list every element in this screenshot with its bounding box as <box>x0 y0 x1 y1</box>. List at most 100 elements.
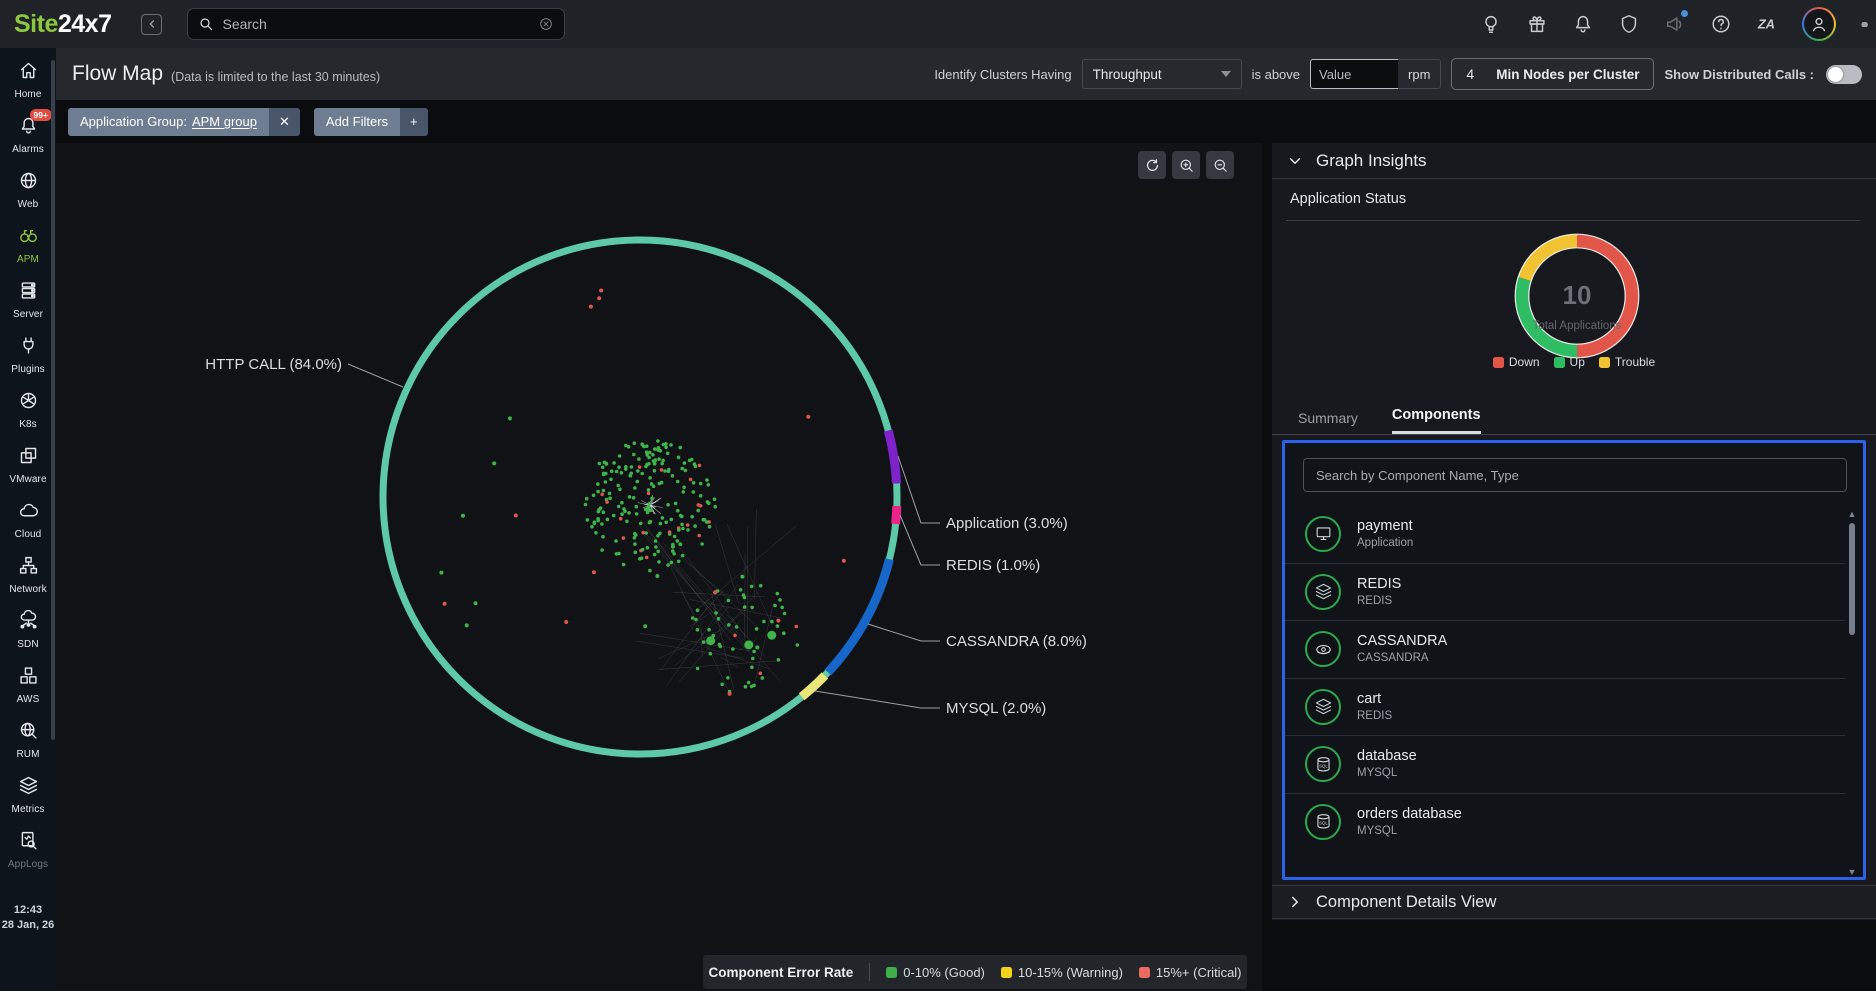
distributed-calls-toggle[interactable] <box>1826 65 1862 84</box>
add-filter-button[interactable]: + <box>400 108 428 136</box>
zia-assistant-icon[interactable]: ZA <box>1756 13 1778 35</box>
component-row-payment[interactable]: paymentApplication <box>1285 505 1845 563</box>
threshold-value-input[interactable] <box>1310 59 1398 89</box>
remove-filter-button[interactable]: ✕ <box>269 108 300 136</box>
sidebar-item-home[interactable]: Home <box>0 60 56 100</box>
home-icon <box>18 60 39 81</box>
clear-search-icon[interactable] <box>538 16 554 32</box>
sidebar-clock: 12:43 28 Jan, 26 <box>0 903 56 933</box>
sidebar-item-label: Alarms <box>0 144 56 155</box>
panel-footer-space <box>1272 920 1876 991</box>
sidebar-item-web[interactable]: Web <box>0 170 56 210</box>
sidebar-item-label: Web <box>0 199 56 210</box>
component-row-cart[interactable]: cartREDIS <box>1285 678 1845 736</box>
sidebar-item-vmware[interactable]: VMware <box>0 445 56 485</box>
announcements-megaphone-icon[interactable] <box>1664 13 1686 35</box>
sidebar-item-metrics[interactable]: Metrics <box>0 775 56 815</box>
graph-insights-header[interactable]: Graph Insights <box>1272 143 1876 179</box>
component-row-cassandra[interactable]: CASSANDRACASSANDRA <box>1285 620 1845 678</box>
more-options-icon[interactable]: ●●● <box>1860 22 1868 27</box>
layers-icon <box>1305 574 1341 610</box>
error-rate-legend-title: Component Error Rate <box>708 965 853 980</box>
scroll-down-icon[interactable]: ▼ <box>1846 867 1858 877</box>
sidebar-item-sdn[interactable]: SDN <box>0 610 56 650</box>
component-details-view-header[interactable]: Component Details View <box>1272 885 1876 919</box>
legend-swatch <box>886 967 897 978</box>
gift-icon[interactable] <box>1526 13 1548 35</box>
donut-slice-trouble <box>1525 241 1577 279</box>
site24x7-logo[interactable]: Site24x7 <box>14 10 111 39</box>
add-filters-chip[interactable]: Add Filters + <box>314 108 428 136</box>
graph-toolbar <box>1138 151 1234 179</box>
legend-label: 0-10% (Good) <box>903 965 985 980</box>
aws-icon <box>18 665 39 686</box>
site24x7-app: Site24x7 ZA ●●● Home 99+ Alarms Web APM Server… <box>0 0 1876 991</box>
scroll-thumb[interactable] <box>1849 523 1855 635</box>
help-icon[interactable] <box>1710 13 1732 35</box>
filter-chips-row: Application Group: APM group ✕ Add Filte… <box>56 100 1876 143</box>
user-avatar[interactable] <box>1802 7 1836 41</box>
tabs-rule <box>1272 434 1876 435</box>
shield-icon[interactable] <box>1618 13 1640 35</box>
min-nodes-control[interactable]: 4 Min Nodes per Cluster <box>1451 58 1654 90</box>
min-nodes-value[interactable]: 4 <box>1466 66 1474 82</box>
page-title: Flow Map <box>72 62 163 86</box>
section-rule <box>1286 220 1860 221</box>
sidebar-item-aws[interactable]: AWS <box>0 665 56 705</box>
component-row-redis[interactable]: REDISREDIS <box>1285 563 1845 621</box>
sidebar-collapse-button[interactable] <box>141 14 162 35</box>
component-list-scrollbar[interactable]: ▲ ▼ <box>1846 509 1858 877</box>
sidebar-item-apm[interactable]: APM <box>0 225 56 265</box>
sidebar-item-network[interactable]: Network <box>0 555 56 595</box>
lightbulb-icon[interactable] <box>1480 13 1502 35</box>
server-icon <box>18 280 39 301</box>
application-status-donut: 10 Total Applications <box>1437 228 1717 398</box>
sidebar-item-rum[interactable]: RUM <box>0 720 56 760</box>
tab-summary[interactable]: Summary <box>1298 410 1358 434</box>
threshold-unit: rpm <box>1398 59 1441 89</box>
svg-text:SQL: SQL <box>1319 821 1328 826</box>
sidebar-scrollbar[interactable] <box>51 60 55 740</box>
sidebar-item-label: Plugins <box>0 364 56 375</box>
sidebar-item-applogs[interactable]: AppLogs <box>0 830 56 870</box>
legend-label: 10-15% (Warning) <box>1018 965 1123 980</box>
notifications-bell-icon[interactable] <box>1572 13 1594 35</box>
insights-tabs: Summary Components <box>1298 407 1481 434</box>
applogs-icon <box>18 830 39 851</box>
cassandra-icon <box>1305 631 1341 667</box>
global-search-input[interactable] <box>222 16 538 32</box>
component-row-orders-database[interactable]: SQLorders databaseMYSQL <box>1285 793 1845 851</box>
refresh-button[interactable] <box>1138 151 1166 179</box>
distributed-calls-label: Show Distributed Calls : <box>1664 67 1814 82</box>
person-icon <box>1804 9 1834 39</box>
flow-map-graph: HTTP CALL (84.0%)Application (3.0%)REDIS… <box>56 143 1262 991</box>
sidebar-item-k8s[interactable]: K8s <box>0 390 56 430</box>
zoom-in-button[interactable] <box>1172 151 1200 179</box>
chevron-right-icon <box>1286 893 1304 911</box>
status-swatch <box>1599 357 1610 368</box>
flow-map-canvas[interactable]: HTTP CALL (84.0%)Application (3.0%)REDIS… <box>56 143 1262 991</box>
sidebar-item-server[interactable]: Server <box>0 280 56 320</box>
sidebar-item-plugins[interactable]: Plugins <box>0 335 56 375</box>
global-search[interactable] <box>187 8 565 40</box>
component-type: REDIS <box>1357 709 1392 724</box>
tab-components[interactable]: Components <box>1392 407 1481 434</box>
bell-icon: 99+ <box>18 115 39 136</box>
zoom-out-button[interactable] <box>1206 151 1234 179</box>
group-chip-value[interactable]: APM group <box>192 114 257 129</box>
component-search-input[interactable] <box>1303 458 1847 492</box>
status-legend: DownUpTrouble <box>1272 355 1876 369</box>
application-group-chip[interactable]: Application Group: APM group ✕ <box>68 108 300 136</box>
scroll-up-icon[interactable]: ▲ <box>1846 509 1858 519</box>
metric-select[interactable]: Throughput <box>1082 59 1242 89</box>
svg-text:SQL: SQL <box>1319 763 1328 768</box>
metric-selected-value: Throughput <box>1093 67 1162 82</box>
component-name: payment <box>1357 517 1413 536</box>
mysql-icon: SQL <box>1305 746 1341 782</box>
sidebar-item-alarms[interactable]: 99+ Alarms <box>0 115 56 155</box>
component-row-database[interactable]: SQLdatabaseMYSQL <box>1285 735 1845 793</box>
clock-time: 12:43 <box>14 904 42 916</box>
cluster-filter-controls: Identify Clusters Having Throughput is a… <box>934 48 1862 100</box>
sidebar-item-cloud[interactable]: Cloud <box>0 500 56 540</box>
component-name: CASSANDRA <box>1357 632 1447 651</box>
